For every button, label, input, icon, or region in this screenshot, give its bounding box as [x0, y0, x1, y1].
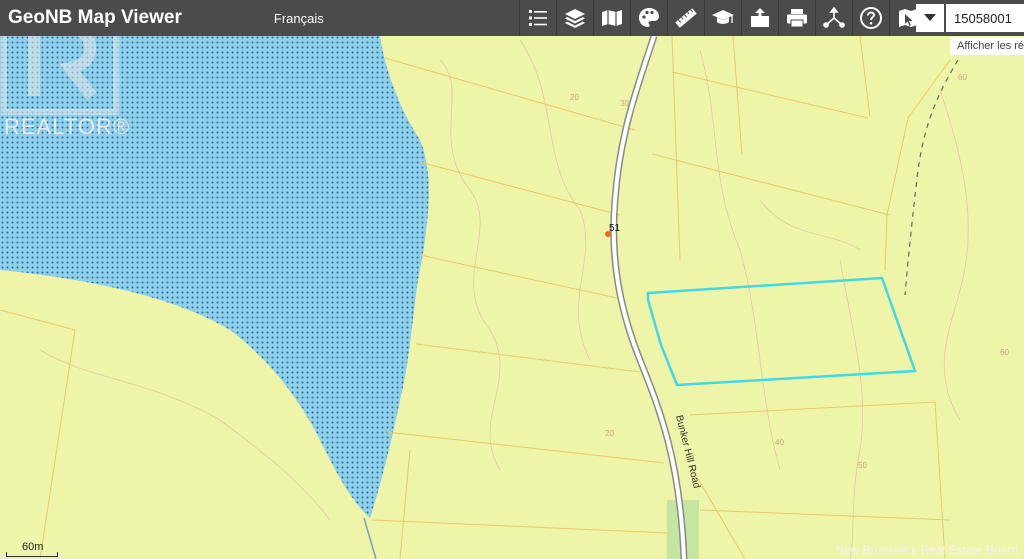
contour-label: 50	[858, 461, 867, 470]
list-button[interactable]	[519, 0, 556, 36]
list-icon	[529, 10, 547, 26]
share-button[interactable]	[815, 0, 852, 36]
app-title: GeoNB Map Viewer	[8, 7, 182, 28]
civic-number-label: 51	[609, 223, 621, 234]
basemap-button[interactable]	[593, 0, 630, 36]
show-results-link[interactable]: Afficher les ré	[950, 37, 1024, 55]
print-icon	[787, 9, 807, 28]
contour-label: 40	[775, 438, 784, 447]
print-button[interactable]	[778, 0, 815, 36]
education-icon	[712, 10, 734, 24]
help-button[interactable]	[852, 0, 889, 36]
contour-label: 20	[605, 429, 614, 438]
language-toggle-link[interactable]: Français	[274, 11, 324, 26]
measure-ruler-icon	[675, 8, 697, 28]
help-icon	[860, 7, 882, 29]
layers-button[interactable]	[556, 0, 593, 36]
map-canvas[interactable]: 51 Bunker Hill Road 20 30 20 40 50 60 60	[0, 0, 1024, 559]
tool-buttons	[519, 0, 926, 36]
realtor-wordmark: REALTOR®	[4, 114, 131, 139]
scale-bar	[6, 552, 58, 557]
upload-button[interactable]	[741, 0, 778, 36]
education-button[interactable]	[704, 0, 741, 36]
upload-icon	[751, 8, 769, 27]
layers-icon	[565, 9, 585, 28]
attribution-text: New Brunswick Real Estate Board	[835, 543, 1018, 557]
contour-label: 60	[958, 73, 967, 82]
caret-down-icon	[924, 14, 936, 21]
contour-label: 20	[570, 93, 579, 102]
palette-icon	[639, 8, 659, 27]
measure-button[interactable]	[667, 0, 704, 36]
palette-button[interactable]	[630, 0, 667, 36]
search-input[interactable]	[946, 4, 1024, 32]
contour-label: 60	[1000, 348, 1009, 357]
basemap-icon	[602, 10, 622, 26]
contour-label: 30	[620, 99, 629, 108]
search-dropdown-button[interactable]	[916, 4, 944, 32]
share-icon	[823, 6, 845, 28]
